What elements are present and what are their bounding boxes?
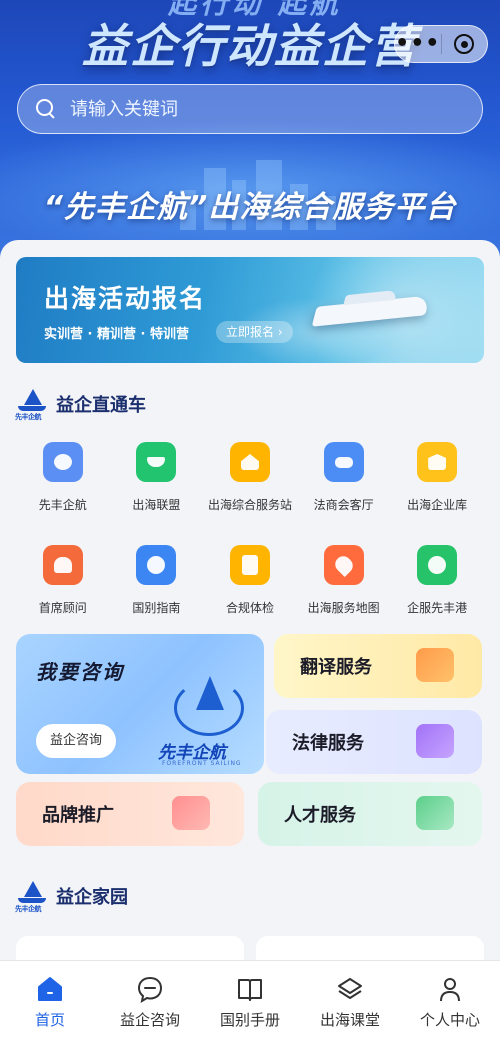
target-icon — [454, 34, 475, 54]
section-title: 益企家园 — [56, 887, 128, 908]
hero-slogan: 益企行动益企营 — [82, 19, 418, 73]
consult-card[interactable]: 我要咨询 益企咨询 先丰企航 FOREFRONT SAILING — [16, 634, 264, 774]
mini-program-capsule: ••• — [394, 25, 488, 63]
grid-label: 企服先丰港 — [407, 601, 468, 615]
grid-label: 出海联盟 — [132, 498, 181, 512]
grid-label: 先丰企航 — [38, 498, 87, 512]
grid-label: 出海企业库 — [407, 498, 468, 512]
grid-item-service-station[interactable]: 出海综合服务站 — [203, 440, 297, 513]
card-title: 法律服务 — [292, 733, 364, 754]
grid-item-advisor[interactable]: 首席顾问 — [16, 543, 110, 616]
brand-logo-icon: 先丰企航 — [15, 880, 48, 913]
banner-title: 出海活动报名 — [44, 284, 207, 313]
activity-signup-banner[interactable]: 出海活动报名 实训营 · 精训营 · 特训营 立即报名 › — [16, 257, 484, 363]
user-icon — [436, 975, 464, 1003]
grid-label: 合规体检 — [225, 601, 274, 615]
banner-subtitle: 实训营 · 精训营 · 特训营 — [44, 327, 189, 342]
tab-consult[interactable]: 益企咨询 — [100, 961, 200, 1041]
layers-icon — [336, 975, 364, 1003]
search-icon — [36, 99, 56, 119]
tab-label: 益企咨询 — [119, 1011, 180, 1029]
shopping-bag-icon — [172, 796, 210, 830]
tab-label: 个人中心 — [419, 1011, 480, 1029]
grid-label: 出海服务地图 — [307, 601, 380, 615]
talent-icon — [416, 796, 454, 830]
service-grid: 先丰企航 出海联盟 出海综合服务站 法商会客厅 出海企业库 首席顾问 国别指南 … — [16, 440, 484, 616]
card-title: 品牌推广 — [42, 805, 114, 826]
grid-label: 首席顾问 — [38, 601, 87, 615]
grid-item-alliance[interactable]: 出海联盟 — [110, 440, 204, 513]
sofa-icon — [323, 442, 364, 482]
translate-icon — [416, 648, 454, 682]
section-title: 益企直通车 — [56, 395, 146, 416]
tab-country-handbook[interactable]: 国别手册 — [200, 961, 300, 1041]
signup-now-button[interactable]: 立即报名 › — [216, 321, 293, 343]
home-icon — [36, 975, 64, 1003]
consult-title: 我要咨询 — [36, 660, 124, 684]
platform-title: “先丰企航”出海综合服务平台 — [43, 190, 457, 225]
grid-item-xianfeng[interactable]: 先丰企航 — [16, 440, 110, 513]
section-header-direct: 先丰企航 益企直通车 — [15, 388, 146, 421]
tab-classroom[interactable]: 出海课堂 — [300, 961, 400, 1041]
tab-home[interactable]: 首页 — [0, 961, 100, 1041]
grid-item-lounge[interactable]: 法商会客厅 — [297, 440, 391, 513]
search-bar[interactable] — [17, 84, 483, 134]
brand-logo-icon: 先丰企航 — [15, 388, 48, 421]
map-pin-icon — [323, 545, 364, 585]
grid-item-enterprise-db[interactable]: 出海企业库 — [390, 440, 484, 513]
legal-service-card[interactable]: 法律服务 — [266, 710, 482, 774]
ship-logo-icon — [42, 442, 83, 482]
more-options-button[interactable]: ••• — [395, 29, 441, 59]
tab-profile[interactable]: 个人中心 — [400, 961, 500, 1041]
bottom-tab-bar: 首页 益企咨询 国别手册 出海课堂 个人中心 — [0, 960, 500, 1041]
grid-item-compliance[interactable]: 合规体检 — [203, 543, 297, 616]
compass-icon — [136, 545, 177, 585]
crown-box-icon — [417, 442, 458, 482]
translate-service-card[interactable]: 翻译服务 — [274, 634, 482, 698]
section-header-home: 先丰企航 益企家园 — [15, 880, 128, 913]
brand-promo-card[interactable]: 品牌推广 — [16, 782, 244, 846]
tab-label: 出海课堂 — [319, 1011, 380, 1029]
chat-bubble-icon — [136, 975, 164, 1004]
grid-label: 法商会客厅 — [313, 498, 374, 512]
tab-label: 首页 — [34, 1011, 65, 1029]
talent-service-card[interactable]: 人才服务 — [258, 782, 482, 846]
book-icon — [236, 975, 264, 1003]
tab-label: 国别手册 — [219, 1011, 280, 1029]
home-icon — [229, 442, 270, 482]
grid-item-harbor[interactable]: 企服先丰港 — [390, 543, 484, 616]
grid-item-country-guide[interactable]: 国别指南 — [110, 543, 204, 616]
consult-button[interactable]: 益企咨询 — [36, 724, 117, 758]
search-input[interactable] — [70, 98, 450, 120]
checklist-icon — [229, 545, 270, 585]
close-mini-program-button[interactable] — [441, 34, 487, 54]
grid-label: 出海综合服务站 — [207, 498, 292, 512]
hero-banner: 起行动 起航 益企行动益企营 ••• “先丰企航”出海综合服务平台 — [0, 0, 500, 270]
briefcase-icon — [416, 724, 454, 758]
grid-label: 国别指南 — [132, 601, 181, 615]
card-title: 人才服务 — [284, 805, 356, 826]
enterprise-icon — [417, 545, 458, 585]
advisor-icon — [42, 545, 83, 585]
cargo-ship-icon — [136, 442, 177, 482]
grid-item-service-map[interactable]: 出海服务地图 — [297, 543, 391, 616]
brand-logo-icon: 先丰企航 FOREFRONT SAILING — [158, 676, 256, 767]
card-title: 翻译服务 — [300, 657, 372, 678]
